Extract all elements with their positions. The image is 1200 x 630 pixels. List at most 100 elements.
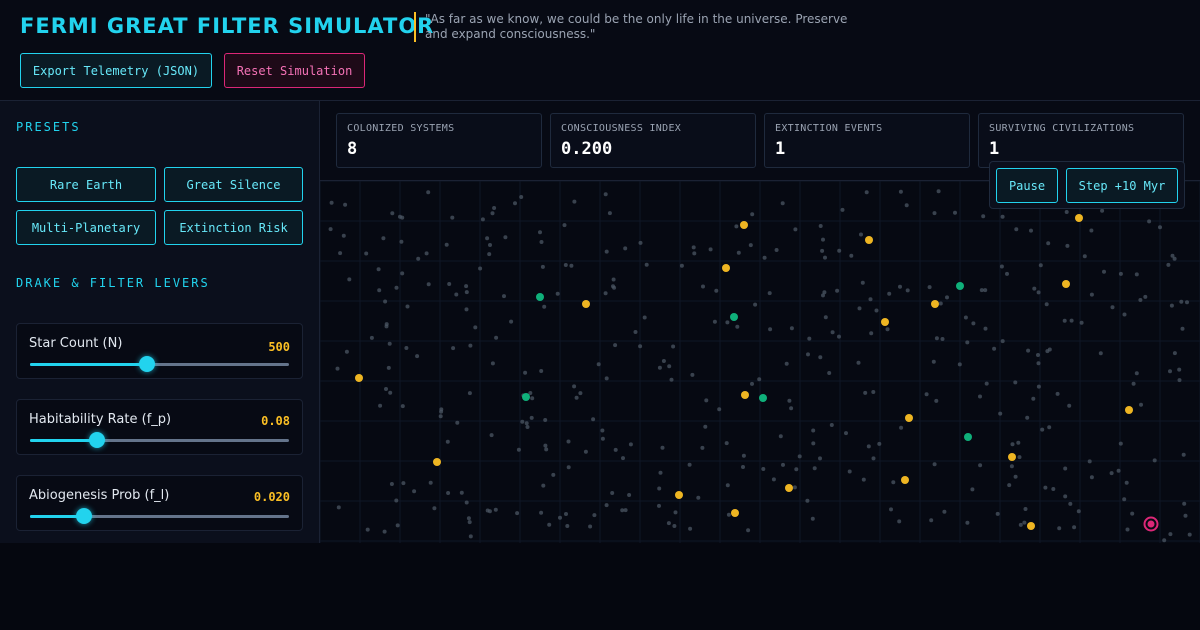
colonized-system: [1075, 214, 1083, 222]
dormant-star: [439, 409, 444, 414]
star-count-slider[interactable]: [30, 356, 289, 372]
dormant-star: [1036, 290, 1041, 295]
dormant-star: [539, 240, 544, 244]
dormant-star: [844, 431, 848, 436]
pause-button[interactable]: Pause: [996, 168, 1058, 203]
dormant-star: [963, 315, 968, 320]
reset-simulation-button[interactable]: Reset Simulation: [224, 53, 365, 88]
dormant-star: [386, 365, 391, 370]
stat-label: EXTINCTION EVENTS: [775, 123, 883, 134]
dormant-star: [877, 441, 882, 446]
dormant-star: [400, 404, 405, 409]
dormant-star: [1089, 475, 1094, 480]
dormant-star: [1043, 485, 1048, 490]
dormant-star: [328, 227, 333, 232]
dormant-star: [700, 445, 705, 450]
dormant-star: [818, 456, 822, 461]
dormant-star: [1143, 294, 1148, 299]
dormant-star: [1131, 381, 1136, 386]
dormant-star: [384, 322, 389, 327]
dormant-star: [898, 284, 902, 289]
dormant-star: [520, 419, 525, 424]
dormant-star: [874, 308, 879, 313]
dormant-star: [778, 434, 783, 439]
dormant-star: [401, 481, 406, 486]
dormant-star: [789, 406, 794, 411]
dormant-star: [566, 465, 571, 470]
dormant-star: [588, 524, 593, 529]
stat-value: 8: [347, 139, 358, 159]
dormant-star: [891, 480, 896, 485]
dormant-star: [538, 230, 542, 235]
lever-value: 500: [268, 340, 290, 354]
dormant-star: [569, 263, 574, 268]
preset-rare-earth-button[interactable]: Rare Earth: [16, 167, 156, 202]
dormant-star: [1082, 254, 1087, 259]
lever-value: 0.020: [253, 490, 290, 504]
dormant-star: [821, 237, 825, 242]
dormant-star: [835, 288, 840, 293]
stat-colonized-systems: COLONIZED SYSTEMS 8: [336, 113, 542, 168]
dormant-star: [746, 528, 751, 533]
dormant-star: [562, 223, 567, 228]
dormant-star: [741, 453, 746, 458]
dormant-star: [544, 447, 549, 452]
dormant-star: [673, 510, 678, 515]
dormant-star: [1158, 225, 1162, 230]
levers-heading: DRAKE & FILTER LEVERS: [16, 276, 210, 290]
dormant-star: [979, 288, 984, 293]
dormant-star: [444, 242, 449, 247]
dormant-star: [945, 295, 949, 300]
slider-thumb[interactable]: [89, 432, 106, 448]
step-button[interactable]: Step +10 Myr: [1066, 168, 1178, 203]
dormant-star: [805, 498, 810, 503]
dormant-star: [377, 288, 382, 293]
preset-great-silence-button[interactable]: Great Silence: [164, 167, 303, 202]
dormant-star: [1172, 351, 1177, 356]
dormant-star: [1187, 532, 1192, 537]
slider-thumb[interactable]: [76, 508, 93, 524]
dormant-star: [1098, 351, 1103, 356]
dormant-star: [1046, 241, 1051, 246]
dormant-star: [940, 337, 945, 341]
abiogenesis-prob-slider[interactable]: [30, 508, 289, 524]
dormant-star: [983, 326, 988, 331]
preset-extinction-risk-button[interactable]: Extinction Risk: [164, 210, 303, 245]
dormant-star: [381, 236, 386, 241]
dormant-star: [1122, 312, 1127, 317]
dormant-star: [502, 294, 506, 299]
dormant-star: [1134, 371, 1139, 376]
dormant-star: [703, 424, 708, 429]
living-system: [522, 393, 530, 401]
dormant-star: [1089, 292, 1094, 297]
dormant-star: [667, 364, 672, 369]
galaxy-canvas[interactable]: [320, 181, 1200, 543]
dormant-star: [1013, 474, 1018, 479]
dormant-star: [1062, 318, 1067, 323]
dormant-star: [1036, 361, 1041, 366]
dormant-star: [572, 199, 577, 204]
dormant-star: [1147, 219, 1152, 224]
dormant-star: [924, 392, 929, 397]
dormant-star: [823, 315, 828, 320]
dormant-star: [860, 280, 865, 285]
dormant-star: [671, 344, 676, 349]
dormant-star: [335, 366, 340, 371]
dormant-star: [1125, 527, 1130, 532]
slider-thumb[interactable]: [138, 356, 155, 372]
habitability-rate-slider[interactable]: [30, 432, 289, 448]
stat-value: 1: [775, 139, 786, 159]
preset-multi-planetary-button[interactable]: Multi-Planetary: [16, 210, 156, 245]
dormant-star: [400, 215, 405, 220]
colonized-system: [433, 458, 441, 466]
export-telemetry-button[interactable]: Export Telemetry (JSON): [20, 53, 212, 88]
dormant-star: [336, 505, 341, 510]
dormant-star: [566, 439, 571, 444]
dormant-star: [934, 336, 939, 341]
dormant-star: [781, 462, 785, 467]
stat-value: 1: [989, 139, 1000, 159]
dormant-star: [1102, 269, 1106, 274]
colonized-system: [881, 318, 889, 326]
dormant-star: [904, 203, 909, 208]
dormant-star: [905, 288, 910, 293]
